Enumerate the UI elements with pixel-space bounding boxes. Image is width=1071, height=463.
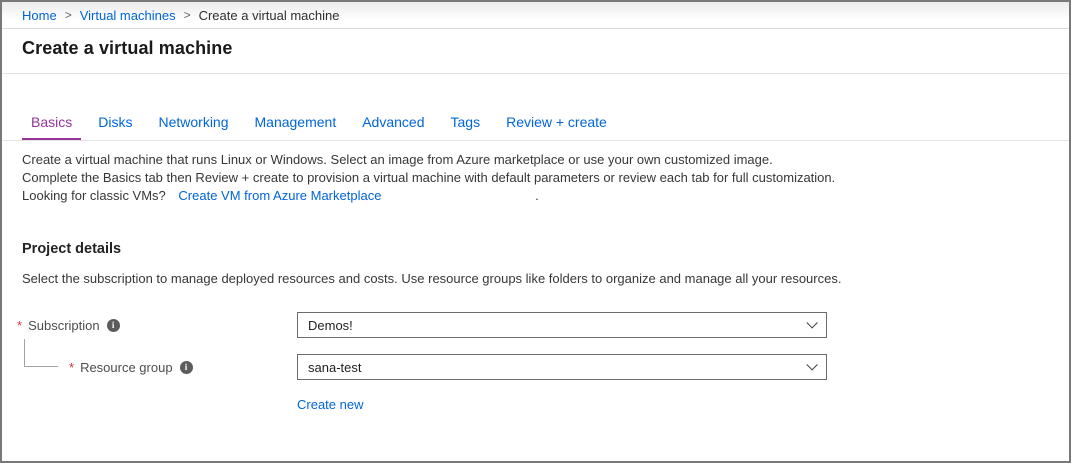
tab-management[interactable]: Management	[246, 107, 346, 140]
title-section: Create a virtual machine	[2, 29, 1069, 74]
classic-vms-prompt: Looking for classic VMs?	[22, 188, 166, 203]
subscription-dropdown-value: Demos!	[308, 318, 353, 333]
breadcrumb-home-link[interactable]: Home	[22, 8, 57, 23]
intro-paragraph-1: Create a virtual machine that runs Linux…	[22, 151, 844, 169]
subscription-dropdown[interactable]: Demos!	[297, 312, 827, 338]
breadcrumb-current-page: Create a virtual machine	[199, 8, 340, 23]
classic-vms-line: Looking for classic VMs? Create VM from …	[22, 187, 844, 205]
project-details-description: Select the subscription to manage deploy…	[22, 270, 844, 288]
tab-content-basics: Create a virtual machine that runs Linux…	[2, 151, 1069, 414]
project-details-heading: Project details	[22, 241, 1049, 257]
breadcrumb-separator-icon: >	[65, 8, 72, 22]
subscription-label-text: Subscription	[28, 318, 100, 333]
breadcrumb-virtual-machines-link[interactable]: Virtual machines	[80, 8, 176, 23]
intro-paragraph-2: Complete the Basics tab then Review + cr…	[22, 169, 844, 187]
chevron-down-icon	[806, 317, 817, 328]
trailing-period: .	[535, 187, 539, 205]
resource-group-label: * Resource group i	[17, 360, 297, 375]
intro-text: Create a virtual machine that runs Linux…	[22, 151, 1049, 205]
tab-tags[interactable]: Tags	[442, 107, 490, 140]
breadcrumb: Home > Virtual machines > Create a virtu…	[2, 2, 1069, 29]
page-title: Create a virtual machine	[22, 38, 1049, 59]
create-new-link[interactable]: Create new	[297, 397, 363, 412]
resource-group-dropdown-value: sana-test	[308, 360, 361, 375]
create-new-row: Create new	[297, 396, 1049, 414]
tab-advanced[interactable]: Advanced	[353, 107, 433, 140]
required-asterisk: *	[17, 318, 22, 333]
tab-bar: Basics Disks Networking Management Advan…	[2, 107, 1069, 141]
chevron-down-icon	[806, 359, 817, 370]
breadcrumb-separator-icon: >	[184, 8, 191, 22]
tab-disks[interactable]: Disks	[89, 107, 141, 140]
info-icon[interactable]: i	[180, 361, 193, 374]
create-vm-page: Home > Virtual machines > Create a virtu…	[0, 0, 1071, 463]
resource-group-dropdown[interactable]: sana-test	[297, 354, 827, 380]
info-icon[interactable]: i	[107, 319, 120, 332]
tab-review-create[interactable]: Review + create	[497, 107, 616, 140]
subscription-label: * Subscription i	[17, 318, 297, 333]
required-asterisk: *	[69, 360, 74, 375]
tab-networking[interactable]: Networking	[149, 107, 237, 140]
resource-group-connector-line	[24, 339, 58, 367]
create-vm-marketplace-link[interactable]: Create VM from Azure Marketplace	[178, 188, 381, 203]
resource-group-label-text: Resource group	[80, 360, 173, 375]
tab-basics[interactable]: Basics	[22, 107, 81, 140]
resource-group-row: * Resource group i sana-test	[17, 354, 1049, 380]
project-details-form: * Subscription i Demos! * Resource group…	[17, 312, 1049, 414]
subscription-row: * Subscription i Demos!	[17, 312, 1049, 338]
